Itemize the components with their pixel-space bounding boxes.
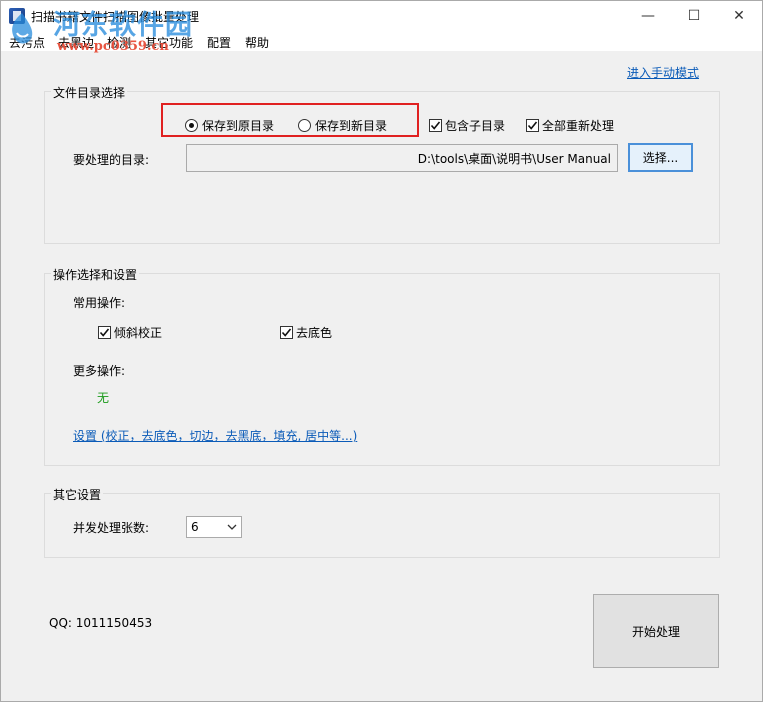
radio-save-original[interactable]: 保存到原目录 — [185, 117, 274, 134]
minimize-button[interactable]: — — [625, 1, 671, 31]
more-operations-label: 更多操作: — [73, 364, 126, 378]
directory-path-value: D:\tools\桌面\说明书\User Manual — [417, 151, 611, 166]
chevron-down-icon — [227, 520, 237, 537]
settings-link[interactable]: 设置 (校正，去底色，切边，去黑底，填充, 居中等...) — [73, 427, 357, 444]
menu-item-config[interactable]: 配置 — [207, 34, 231, 51]
remove-background-label: 去底色 — [296, 326, 333, 340]
operations-group-title: 操作选择和设置 — [51, 266, 140, 283]
radio-save-new[interactable]: 保存到新目录 — [298, 117, 387, 134]
checkmark-icon — [98, 326, 111, 339]
checkmark-icon — [280, 326, 293, 339]
include-subdirs-checkbox[interactable]: 包含子目录 — [429, 117, 505, 134]
directory-path-field[interactable]: D:\tools\桌面\说明书\User Manual — [186, 144, 618, 172]
directory-label: 要处理的目录: — [73, 153, 150, 167]
app-icon — [9, 8, 25, 24]
checkmark-icon — [526, 119, 539, 132]
window-title: 扫描书籍文件扫描图像批量处理 — [31, 10, 200, 24]
menu-bar: 去污点 去黑边 检测 其它功能 配置 帮助 — [1, 31, 762, 51]
concurrency-value: 6 — [191, 520, 199, 534]
common-operations-label: 常用操作: — [73, 296, 126, 310]
concurrency-label: 并发处理张数: — [73, 521, 150, 535]
close-button[interactable]: ✕ — [716, 1, 762, 31]
radio-unchecked-icon — [298, 119, 311, 132]
menu-item-detect[interactable]: 检测 — [107, 34, 131, 51]
manual-mode-link[interactable]: 进入手动模式 — [627, 64, 699, 81]
reprocess-all-checkbox[interactable]: 全部重新处理 — [526, 117, 614, 134]
maximize-button[interactable]: ☐ — [671, 1, 717, 31]
menu-item-despeckle[interactable]: 去污点 — [9, 34, 45, 51]
browse-button[interactable]: 选择... — [628, 143, 693, 172]
radio-checked-icon — [185, 119, 198, 132]
qq-info: QQ: 1011150453 — [49, 616, 153, 630]
menu-item-help[interactable]: 帮助 — [245, 34, 269, 51]
remove-background-checkbox[interactable]: 去底色 — [280, 324, 332, 341]
menu-item-other-functions[interactable]: 其它功能 — [145, 34, 193, 51]
include-subdirs-label: 包含子目录 — [445, 119, 506, 133]
deskew-checkbox[interactable]: 倾斜校正 — [98, 324, 162, 341]
other-settings-group-title: 其它设置 — [51, 486, 104, 503]
more-operations-value: 无 — [97, 391, 110, 405]
deskew-label: 倾斜校正 — [114, 326, 163, 340]
checkmark-icon — [429, 119, 442, 132]
concurrency-select[interactable]: 6 — [186, 516, 242, 538]
file-directory-group-title: 文件目录选择 — [51, 84, 128, 101]
menu-item-remove-black-border[interactable]: 去黑边 — [58, 34, 94, 51]
reprocess-all-label: 全部重新处理 — [542, 119, 615, 133]
title-bar: 扫描书籍文件扫描图像批量处理 — ☐ ✕ — [1, 1, 762, 31]
radio-save-new-label: 保存到新目录 — [315, 119, 388, 133]
start-processing-button[interactable]: 开始处理 — [593, 594, 719, 668]
app-window: 扫描书籍文件扫描图像批量处理 — ☐ ✕ 去污点 去黑边 检测 其它功能 配置 … — [0, 0, 763, 702]
radio-save-original-label: 保存到原目录 — [202, 119, 275, 133]
